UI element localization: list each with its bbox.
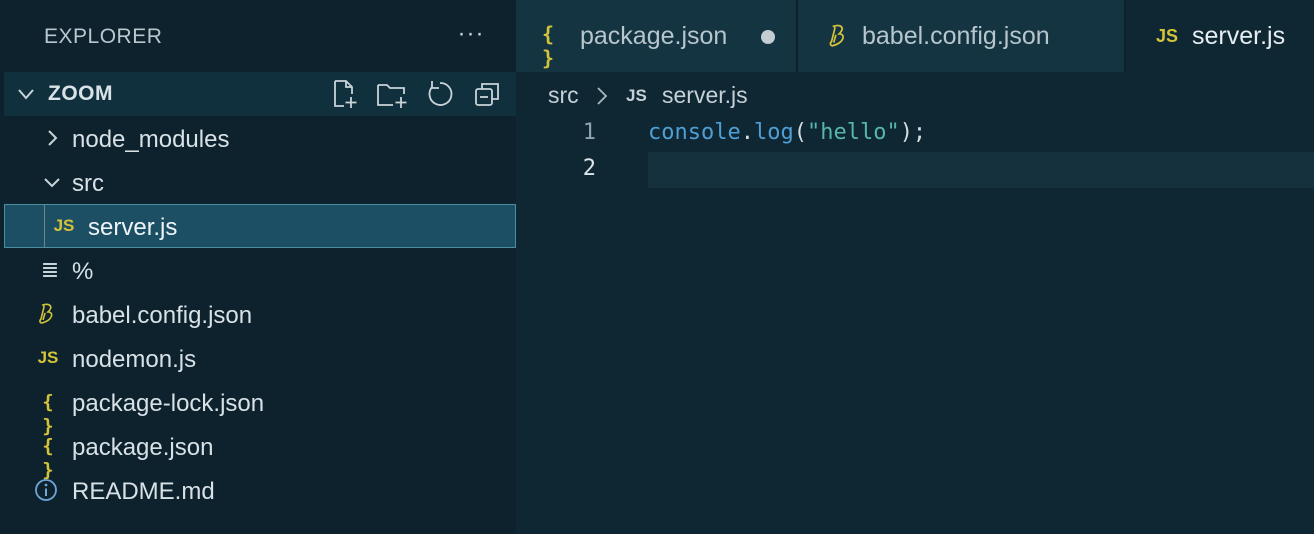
tree-item-server-js[interactable]: JS server.js [4, 204, 516, 248]
code-line[interactable]: console.log("hello"); [648, 120, 926, 145]
chevron-down-icon [44, 178, 60, 188]
tab-server-js[interactable]: JS server.js [1126, 0, 1314, 72]
breadcrumb-folder[interactable]: src [548, 82, 579, 109]
tree-item-label: % [72, 258, 94, 285]
tab-package-json[interactable]: { } package.json [516, 0, 796, 72]
info-icon [35, 479, 57, 501]
code-token: "hello" [806, 120, 900, 145]
workspace-folder-title: ZOOM [48, 82, 113, 105]
explorer-header: EXPLORER ··· [0, 0, 516, 72]
tree-item-label: nodemon.js [72, 346, 197, 373]
tree-item-label: node_modules [72, 126, 230, 153]
code-token: log [753, 120, 794, 145]
code-token: ( [793, 120, 807, 145]
js-icon: JS [1156, 26, 1179, 46]
tree-item-label: server.js [88, 214, 178, 241]
babel-icon [829, 24, 844, 47]
tab-label: babel.config.json [862, 22, 1050, 50]
code-line[interactable] [648, 156, 1298, 186]
babel-icon [39, 303, 53, 324]
collapse-all-icon[interactable] [472, 78, 504, 110]
tree-item-package-json[interactable]: { } package.json [4, 424, 516, 481]
tab-label: package.json [580, 22, 728, 50]
line-number: 2 [582, 156, 596, 181]
js-file-icon: JS [53, 216, 75, 235]
unsaved-dot-icon[interactable] [761, 30, 775, 44]
line-number: 1 [582, 120, 596, 145]
tree-item-percent[interactable]: ≣ % [4, 248, 516, 292]
workspace-folder-header[interactable]: ZOOM [4, 72, 516, 116]
tree-item-label: src [72, 170, 104, 197]
more-actions-icon[interactable]: ··· [455, 18, 487, 50]
indent-guide [44, 204, 45, 248]
tree-item-src[interactable]: src [4, 160, 516, 204]
text-file-icon: ≣ [40, 257, 60, 282]
json-file-icon: { } [42, 391, 54, 437]
new-file-icon[interactable] [328, 78, 360, 110]
code-token: ); [899, 120, 927, 145]
json-icon: { } [542, 22, 555, 70]
tree-item-readme[interactable]: README.md [4, 468, 516, 512]
js-file-icon: JS [37, 348, 59, 367]
refresh-icon[interactable] [424, 78, 456, 110]
js-icon: JS [626, 86, 647, 105]
explorer-sidebar: EXPLORER ··· ZOOM node_modules src JS se… [0, 0, 516, 534]
tree-item-label: babel.config.json [72, 302, 253, 329]
tab-label: server.js [1192, 22, 1286, 50]
tab-babel-config-json[interactable]: babel.config.json [798, 0, 1124, 72]
editor-tab-bar: { } package.json babel.config.json JS se… [516, 0, 1314, 72]
tree-item-nodemon-js[interactable]: JS nodemon.js [4, 336, 516, 380]
tree-item-package-lock-json[interactable]: { } package-lock.json [4, 380, 516, 437]
tree-item-label: package-lock.json [72, 390, 265, 417]
code-token: . [740, 120, 754, 145]
chevron-down-icon [18, 89, 34, 100]
tree-item-node-modules[interactable]: node_modules [4, 116, 516, 160]
json-file-icon: { } [42, 435, 54, 481]
chevron-right-icon [48, 130, 58, 146]
chevron-right-icon [597, 87, 608, 105]
breadcrumb-file[interactable]: server.js [662, 82, 748, 109]
tree-item-babel-config[interactable]: babel.config.json [4, 292, 516, 336]
new-folder-icon[interactable] [376, 78, 408, 110]
tree-item-label: README.md [72, 478, 215, 505]
explorer-title: EXPLORER [44, 25, 163, 48]
tree-item-label: package.json [72, 434, 214, 461]
code-token: console [648, 120, 741, 145]
